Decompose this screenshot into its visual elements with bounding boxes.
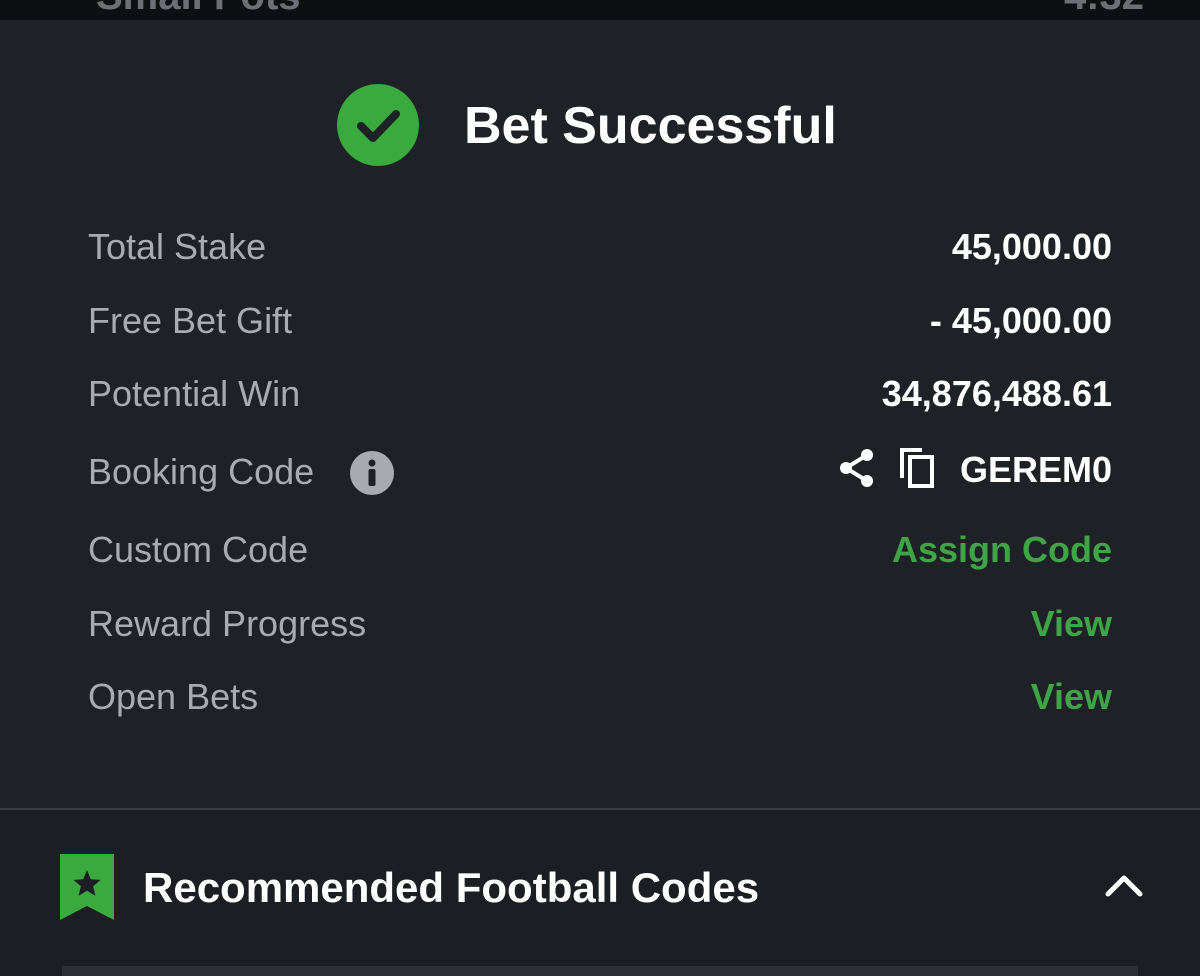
chevron-up-icon[interactable] [1102, 870, 1146, 905]
recommended-codes-header[interactable]: Recommended Football Codes [0, 810, 1200, 966]
potential-win-label: Potential Win [88, 373, 301, 414]
share-icon[interactable] [836, 446, 878, 495]
next-card [62, 966, 1138, 976]
assign-code-link[interactable]: Assign Code [892, 529, 1112, 571]
custom-code-row: Custom Code Assign Code [88, 523, 1112, 573]
free-bet-gift-label: Free Bet Gift [88, 300, 293, 341]
open-bets-view-link[interactable]: View [1031, 676, 1112, 718]
info-icon[interactable] [350, 451, 394, 495]
booking-code-label: Booking Code [88, 451, 315, 492]
free-bet-gift-row: Free Bet Gift - 45,000.00 [88, 294, 1112, 344]
success-header: Bet Successful [0, 84, 1200, 170]
check-circle-icon [337, 84, 419, 166]
open-bets-row: Open Bets View [88, 670, 1112, 720]
recommended-codes-title: Recommended Football Codes [143, 864, 760, 911]
total-stake-value: 45,000.00 [951, 226, 1112, 267]
total-stake-label: Total Stake [88, 226, 267, 267]
reward-progress-label: Reward Progress [88, 603, 367, 644]
booking-code-actions: GEREM0 [836, 445, 1112, 495]
next-section-peek [0, 966, 1200, 976]
custom-code-label: Custom Code [88, 529, 309, 570]
bet-success-panel: Bet Successful Total Stake 45,000.00 Fre… [0, 20, 1200, 808]
status-bar-carrier: Small Pots [96, 0, 301, 19]
potential-win-row: Potential Win 34,876,488.61 [88, 367, 1112, 417]
booking-code-value: GEREM0 [959, 449, 1112, 490]
reward-progress-row: Reward Progress View [88, 597, 1112, 647]
copy-icon[interactable] [898, 446, 938, 495]
bookmark-star-icon [60, 854, 114, 925]
reward-progress-view-link[interactable]: View [1031, 603, 1112, 645]
potential-win-value: 34,876,488.61 [881, 373, 1112, 414]
free-bet-gift-value: - 45,000.00 [929, 300, 1112, 341]
open-bets-label: Open Bets [88, 676, 259, 717]
total-stake-row: Total Stake 45,000.00 [88, 220, 1112, 270]
booking-code-row: Booking Code GEREM0 [88, 445, 1112, 495]
status-bar: Small Pots 4:32 [0, 0, 1200, 20]
status-bar-time: 4:32 [1064, 0, 1144, 19]
page-title: Bet Successful [464, 97, 837, 155]
